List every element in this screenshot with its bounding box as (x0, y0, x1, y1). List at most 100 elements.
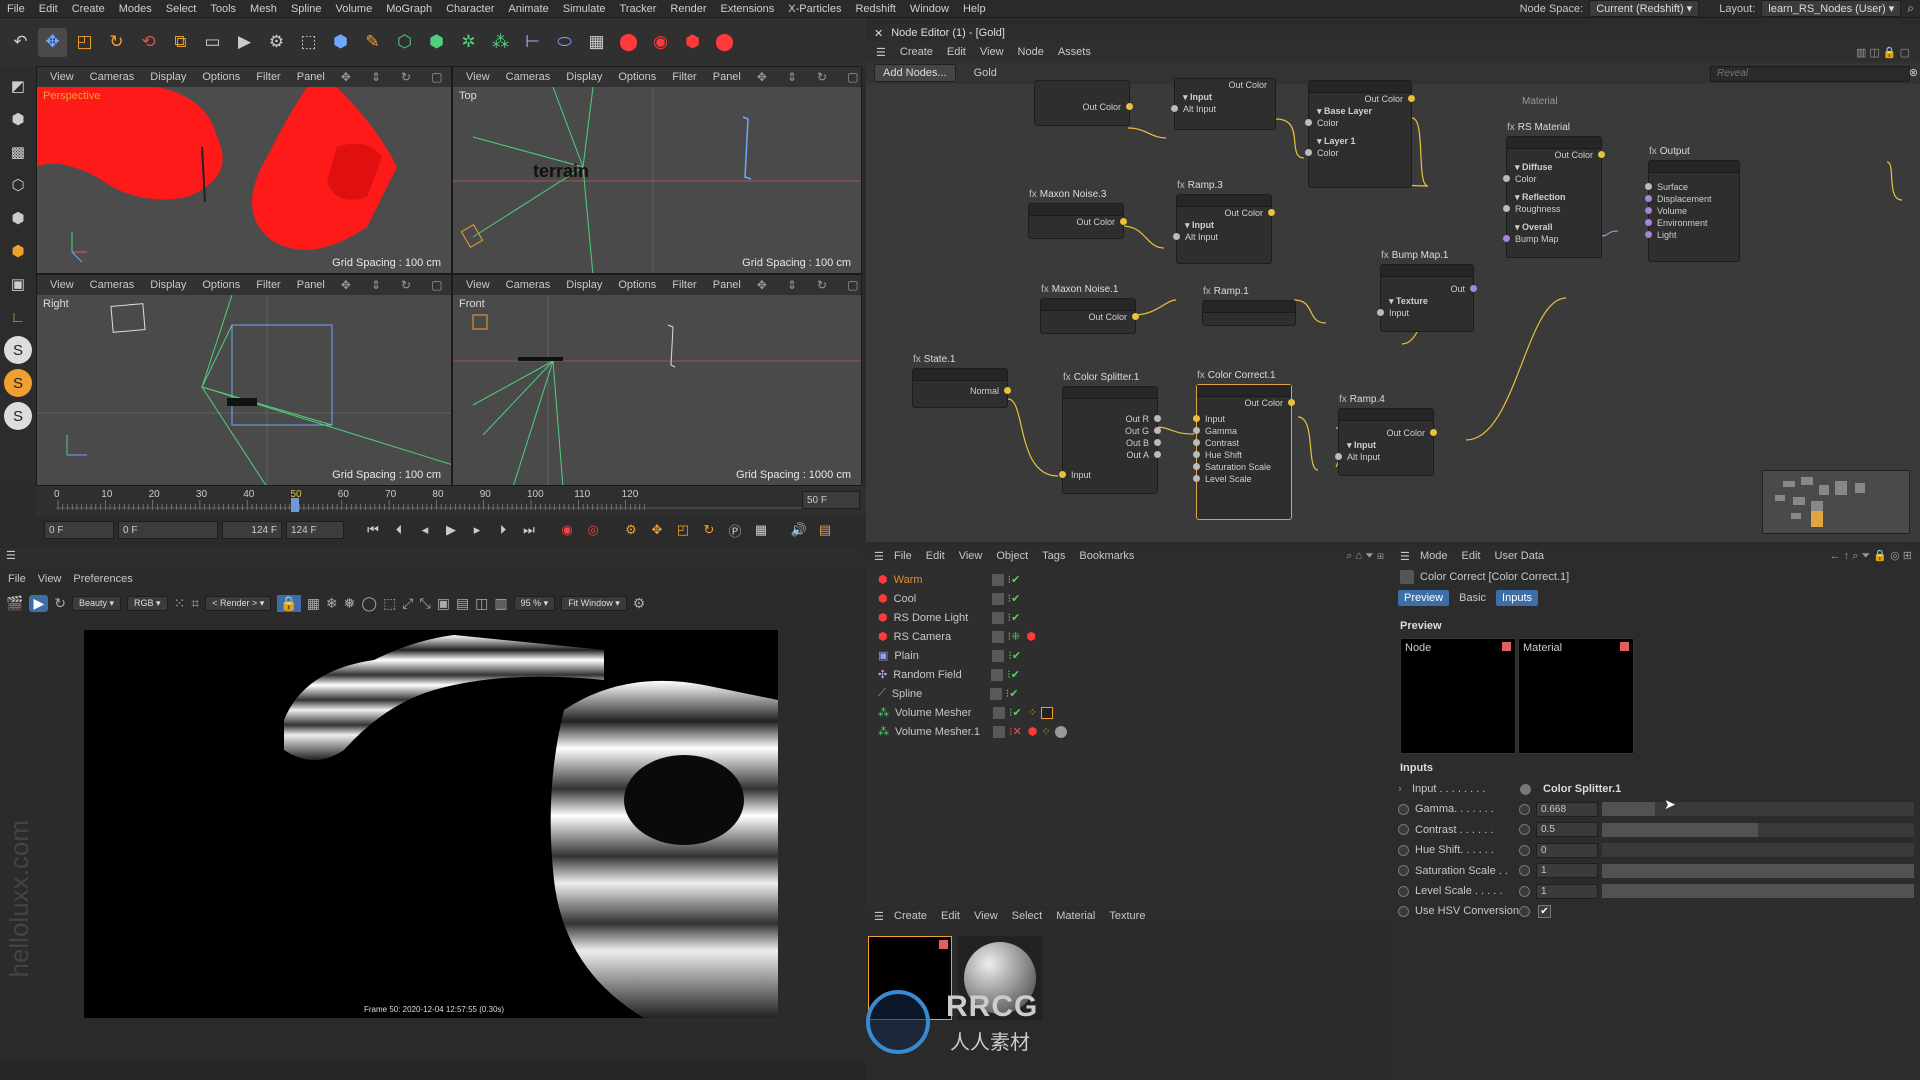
port-environment[interactable]: Environment (1645, 217, 1739, 229)
keyframe-radio[interactable] (1398, 885, 1409, 897)
port-input[interactable]: Input (1377, 307, 1473, 319)
object-row-volume-mesher-1[interactable]: ⁂ Volume Mesher.1 ⁝✕ ⬢ ⁘ (866, 722, 1392, 741)
mm-menu-view[interactable]: View (974, 910, 998, 922)
vp-menu-display[interactable]: Display (143, 279, 193, 291)
extrude-icon[interactable]: ⬢ (422, 28, 451, 57)
menu-extensions[interactable]: Extensions (713, 3, 781, 15)
vp-menu-options[interactable]: Options (195, 71, 247, 83)
om-menu-edit[interactable]: Edit (926, 550, 945, 562)
render-settings-icon[interactable]: ⚙ (262, 28, 291, 57)
port-out-color[interactable]: Out Color (1175, 79, 1275, 91)
attr-slider[interactable] (1602, 843, 1914, 857)
vp-menu-options[interactable]: Options (611, 71, 663, 83)
node-ramp-1[interactable]: fx Ramp.1 (1202, 286, 1296, 326)
menu-window[interactable]: Window (903, 3, 956, 15)
port-gamma[interactable]: Gamma (1193, 425, 1291, 437)
hamburger-icon[interactable]: ☰ (874, 550, 884, 563)
snowflake-alt-icon[interactable]: ❅ (344, 595, 356, 612)
menu-select[interactable]: Select (159, 3, 204, 15)
tab-preview[interactable]: Preview (1398, 590, 1450, 606)
port-out-r[interactable]: Out R (1063, 413, 1161, 425)
vp-menu-view[interactable]: View (459, 71, 497, 83)
mm-menu-select[interactable]: Select (1012, 910, 1043, 922)
vp-menu-display[interactable]: Display (559, 279, 609, 291)
port-out[interactable]: Out (1381, 283, 1477, 295)
port-alt-input[interactable]: Alt Input (1171, 103, 1275, 115)
node-space-dropdown[interactable]: Current (Redshift) ▾ (1589, 0, 1700, 17)
layer-box[interactable] (991, 611, 1004, 624)
layer-box[interactable] (989, 687, 1002, 700)
prev-frame-icon[interactable]: ◂ (414, 519, 436, 541)
node-maxon-noise-3[interactable]: fx Maxon Noise.3 Out Color (1028, 189, 1127, 239)
orbit-icon[interactable]: ↻ (394, 278, 418, 292)
select-tool-icon[interactable]: ⬚ (294, 28, 323, 57)
key-scale-icon[interactable]: ◰ (672, 519, 694, 541)
connection-icon[interactable] (1520, 783, 1531, 795)
connection-icon[interactable] (1519, 905, 1530, 917)
menu-render[interactable]: Render (663, 3, 713, 15)
om-menu-bookmarks[interactable]: Bookmarks (1079, 550, 1134, 562)
keyframe-radio[interactable] (1398, 844, 1409, 856)
ne-menu-create[interactable]: Create (900, 46, 933, 58)
hsv-checkbox[interactable]: ✔ (1538, 904, 1551, 918)
maximize-icon[interactable]: ▢ (424, 278, 449, 292)
port-input[interactable]: ▾ Input (1339, 439, 1433, 451)
port-volume[interactable]: Volume (1645, 205, 1739, 217)
disabled-x-icon[interactable]: ⁝✕ (1009, 725, 1022, 738)
attr-value-field[interactable]: 1 (1536, 883, 1598, 899)
max-frame-field[interactable]: 124 F (222, 521, 282, 539)
prev-key-icon[interactable]: ⏴ (388, 519, 410, 541)
menu-modes[interactable]: Modes (112, 3, 159, 15)
port-out-color[interactable]: Out Color (1035, 101, 1133, 113)
vp-menu-panel[interactable]: Panel (290, 279, 332, 291)
port-layer-1[interactable]: ▾ Layer 1 (1309, 135, 1411, 147)
grid-dots-icon[interactable]: ⁙ (174, 595, 186, 612)
attr-slider[interactable] (1602, 863, 1914, 878)
hamburger-icon[interactable]: ☰ (1400, 550, 1410, 563)
attr-value-field[interactable]: 0 (1536, 842, 1598, 858)
keyframe-radio[interactable] (1398, 803, 1409, 815)
port-alt-input[interactable]: Alt Input (1335, 451, 1433, 463)
rotate-tool-icon[interactable]: ↻ (102, 28, 131, 57)
render-output-image[interactable]: Frame 50: 2020-12-04 12:57:55 (0.30s) (84, 630, 778, 1018)
search-icon[interactable]: ⌕ (1907, 1, 1914, 16)
min-frame-field[interactable]: 0 F (118, 521, 218, 539)
vp-menu-display[interactable]: Display (143, 71, 193, 83)
vp-menu-view[interactable]: View (459, 279, 497, 291)
port-contrast[interactable]: Contrast (1193, 437, 1291, 449)
maximize-icon[interactable]: ▢ (840, 70, 861, 84)
zoom-icon[interactable]: ⇕ (364, 278, 388, 292)
hamburger-icon[interactable]: ☰ (6, 549, 16, 562)
clapper-icon[interactable]: 🎬 (6, 595, 23, 612)
port-overall[interactable]: ▾ Overall (1507, 221, 1601, 233)
layer-box[interactable] (991, 630, 1004, 643)
lock-icon[interactable]: 🔒 (277, 594, 301, 612)
key-rotation-icon[interactable]: ↻ (698, 519, 720, 541)
node-top-left[interactable]: Out Color (1034, 80, 1133, 126)
object-row-spline[interactable]: ⟋ Spline ⁝✔ (866, 684, 1392, 703)
move-tool-icon[interactable]: ✥ (38, 27, 67, 57)
enabled-check-icon[interactable]: ⁝✔ (1009, 706, 1022, 719)
keyframe-selection-icon[interactable]: ⚙ (620, 519, 642, 541)
scale-tool-icon[interactable]: ◰ (70, 28, 99, 57)
expand-icon[interactable]: › (1398, 783, 1410, 795)
viewport-right[interactable]: View Cameras Display Options Filter Pane… (36, 274, 452, 486)
layout-icons[interactable]: ▥ ◫ 🔒 ▢ (1856, 46, 1910, 59)
vp-menu-panel[interactable]: Panel (290, 71, 332, 83)
preview-material-box[interactable]: Material (1518, 638, 1634, 754)
render-region-icon[interactable]: ▭ (198, 28, 227, 57)
enabled-check-icon[interactable]: ⁝✔ (1008, 611, 1021, 624)
refresh-icon[interactable]: ↻ (54, 595, 66, 612)
pan-icon[interactable]: ✥ (750, 278, 774, 292)
object-row-plain[interactable]: ▣ Plain ⁝✔ (866, 646, 1392, 665)
compare-icon[interactable]: ◫ (475, 595, 488, 612)
redshift-tag-icon[interactable]: ⬢ (1026, 630, 1036, 643)
am-menu-mode[interactable]: Mode (1420, 550, 1448, 562)
menu-mograph[interactable]: MoGraph (379, 3, 439, 15)
attr-value-field[interactable]: 0.668 (1536, 801, 1598, 817)
aov-dropdown[interactable]: Beauty ▾ (71, 595, 122, 611)
port-bump-map[interactable]: Bump Map (1503, 233, 1601, 245)
zoom-dropdown[interactable]: 95 % ▾ (513, 595, 556, 611)
polygons-mode-icon[interactable]: ⬢ (4, 237, 32, 265)
port-out-color[interactable]: Out Color (1309, 93, 1415, 105)
